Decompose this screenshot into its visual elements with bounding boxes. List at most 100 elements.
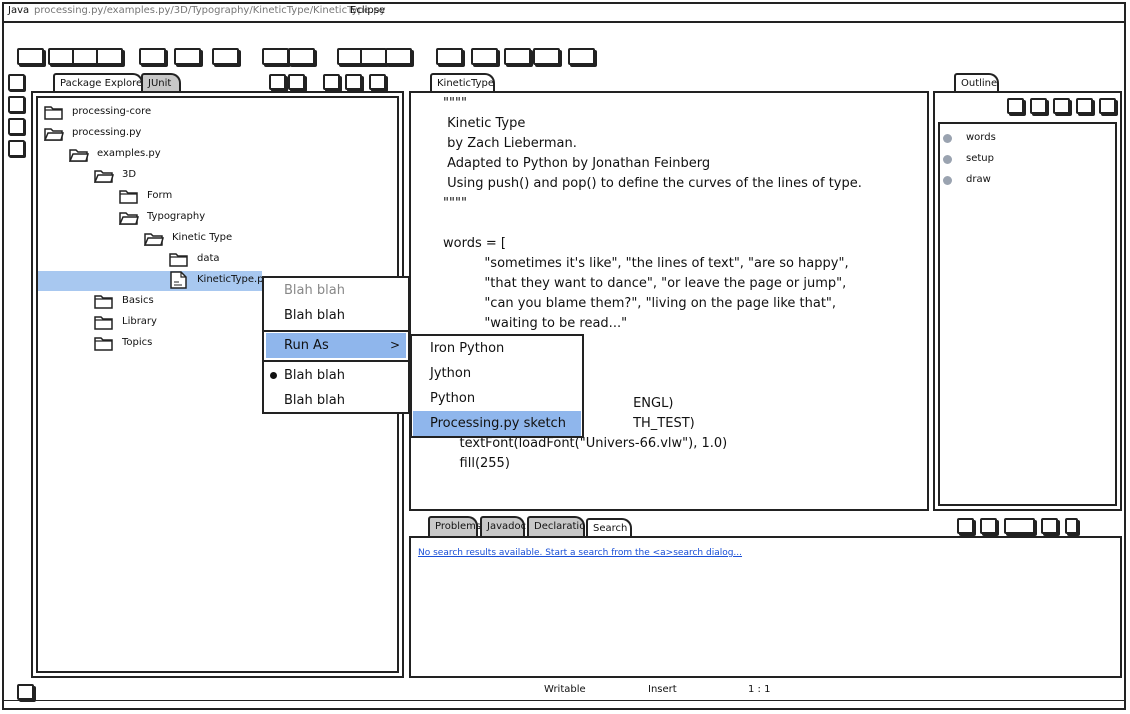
toolbar-button[interactable]	[96, 48, 123, 65]
outline-inner	[938, 122, 1117, 506]
file-icon	[169, 271, 188, 289]
menu-item-label: Blah blah	[284, 393, 345, 408]
menu-item-label: Blah blah	[284, 368, 345, 383]
code-line: "can you blame them?", "living on the pa…	[443, 296, 837, 311]
run-as-submenu: Iron Python Jython Python Processing.py ske…	[410, 334, 584, 438]
status-separator	[2, 700, 1126, 701]
toolbar-button[interactable]	[212, 48, 239, 65]
fast-view-button[interactable]	[17, 684, 34, 700]
toolbar-button[interactable]	[360, 48, 387, 65]
folder-open-icon	[118, 210, 139, 225]
folder-open-icon	[143, 231, 164, 246]
code-line: """"	[443, 96, 467, 111]
view-toolbar-button[interactable]	[288, 74, 305, 90]
tree-item[interactable]: 3D	[122, 166, 136, 184]
code-line: "waiting to be read..."	[443, 316, 628, 331]
code-line: Kinetic Type	[443, 116, 526, 131]
trim-button[interactable]	[8, 118, 25, 135]
view-toolbar-button[interactable]	[323, 74, 340, 90]
trim-button[interactable]	[8, 96, 25, 113]
tab-declaration[interactable]: Declaration	[527, 516, 592, 536]
outline-item[interactable]: draw	[966, 172, 991, 188]
panel-toolbar-button[interactable]	[957, 518, 974, 534]
tree-item[interactable]: Basics	[122, 292, 154, 310]
tab-outline[interactable]: Outline	[954, 73, 999, 93]
tree-item[interactable]: Topics	[122, 334, 152, 352]
status-writable: Writable	[544, 684, 586, 695]
menu-separator	[264, 330, 408, 332]
tab-javadoc[interactable]: Javadoc	[480, 516, 526, 536]
tree-item[interactable]: Kinetic Type	[172, 229, 232, 247]
tree-item[interactable]: processing.py	[72, 124, 141, 142]
context-menu: Blah blah Blah blah Run As > Blah blah Blah b…	[262, 276, 410, 414]
search-dialog-link[interactable]: No search results available. Start a sea…	[418, 548, 742, 558]
trim-button[interactable]	[8, 74, 25, 91]
toolbar-button[interactable]	[262, 48, 289, 65]
code-line: Adapted to Python by Jonathan Feinberg	[443, 156, 711, 171]
tree-item[interactable]: processing-core	[72, 103, 151, 121]
tree-item[interactable]: examples.py	[97, 145, 161, 163]
panel-toolbar-button[interactable]	[1004, 518, 1035, 534]
folder-icon	[94, 336, 113, 351]
tree-item[interactable]: KineticType.py	[197, 271, 269, 289]
tab-junit[interactable]: JUnit	[141, 73, 181, 93]
folder-icon	[169, 252, 188, 267]
menu-item[interactable]: Blah blah	[264, 303, 408, 328]
tree-item[interactable]: Typography	[147, 208, 205, 226]
menu-separator	[264, 360, 408, 362]
toolbar-button[interactable]	[471, 48, 498, 65]
toolbar-button[interactable]	[139, 48, 166, 65]
toolbar-button[interactable]	[533, 48, 560, 65]
folder-open-icon	[93, 168, 114, 183]
toolbar-button[interactable]	[48, 48, 75, 65]
view-toolbar-button[interactable]	[345, 74, 362, 90]
view-toolbar-button[interactable]	[269, 74, 286, 90]
code-line: "sometimes it's like", "the lines of tex…	[443, 256, 849, 271]
toolbar-button[interactable]	[72, 48, 99, 65]
tab-editor[interactable]: KineticType	[430, 73, 495, 93]
outline-item[interactable]: words	[966, 130, 996, 146]
toolbar-button[interactable]	[174, 48, 201, 65]
outline-method-icon	[943, 176, 952, 185]
window-path: processing.py/examples.py/3D/Typography/…	[34, 5, 386, 16]
tab-problems[interactable]: Problems	[428, 516, 481, 536]
view-toolbar-button[interactable]	[369, 74, 386, 90]
folder-icon	[44, 105, 63, 120]
menu-item[interactable]: Blah blah	[264, 388, 408, 413]
menu-item-label: Blah blah	[284, 308, 345, 323]
panel-toolbar-button[interactable]	[1041, 518, 1058, 534]
code-line: words = [	[443, 236, 506, 251]
toolbar-button[interactable]	[436, 48, 463, 65]
menu-item-label: Run As	[284, 338, 329, 353]
folder-icon	[94, 315, 113, 330]
code-line: fill(255)	[443, 456, 510, 471]
status-insert: Insert	[648, 684, 677, 695]
toolbar-button[interactable]	[504, 48, 531, 65]
folder-open-icon	[68, 147, 89, 162]
tab-search[interactable]: Search	[586, 518, 632, 538]
menu-item[interactable]: Blah blah	[264, 278, 408, 303]
toolbar-button[interactable]	[17, 48, 44, 65]
submenu-item[interactable]: Iron Python	[412, 336, 582, 361]
toolbar-button[interactable]	[385, 48, 412, 65]
folder-open-icon	[43, 126, 64, 141]
menu-item[interactable]: Blah blah	[264, 363, 408, 388]
folder-icon	[94, 294, 113, 309]
app-name: Eclipse	[350, 5, 386, 16]
menu-item-run-as[interactable]: Run As >	[266, 333, 406, 358]
trim-button[interactable]	[8, 140, 25, 157]
code-line: """"	[443, 196, 467, 211]
tree-item[interactable]: data	[197, 250, 220, 268]
toolbar-button[interactable]	[568, 48, 595, 65]
panel-toolbar-button[interactable]	[1065, 518, 1078, 534]
panel-toolbar-button[interactable]	[980, 518, 997, 534]
submenu-item[interactable]: Python	[412, 386, 582, 411]
outline-item[interactable]: setup	[966, 151, 994, 167]
tree-item[interactable]: Form	[147, 187, 172, 205]
folder-icon	[119, 189, 138, 204]
tab-package-explorer[interactable]: Package Explorer	[53, 73, 146, 93]
toolbar-button[interactable]	[288, 48, 315, 65]
submenu-item[interactable]: Jython	[412, 361, 582, 386]
submenu-item[interactable]: Processing.py sketch	[413, 411, 581, 436]
tree-item[interactable]: Library	[122, 313, 157, 331]
